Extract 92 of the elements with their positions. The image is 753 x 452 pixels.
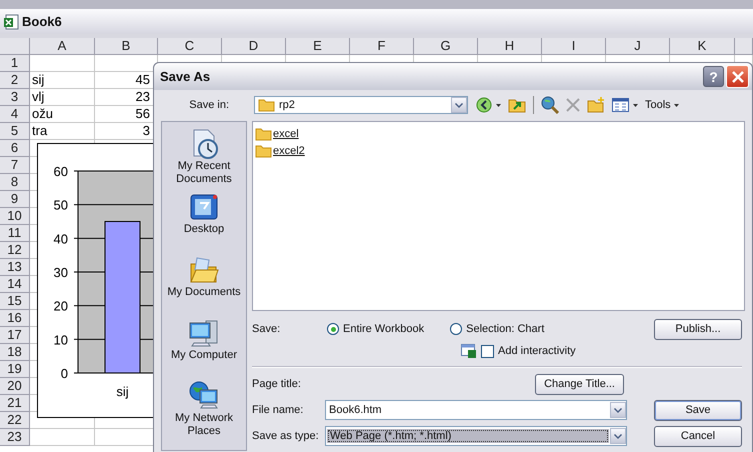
row-header[interactable]: 7 (0, 157, 30, 174)
save-in-dropdown[interactable]: rp2 (254, 96, 468, 114)
place-link[interactable]: My Documents (164, 286, 244, 299)
axis-label: 40 (54, 231, 68, 246)
row-header[interactable]: 16 (0, 310, 30, 327)
table-cell: tra (30, 123, 95, 140)
row-header[interactable]: 2 (0, 72, 30, 89)
close-icon (732, 70, 744, 82)
column-header[interactable]: F (350, 38, 414, 55)
tools-menu[interactable]: Tools (645, 99, 679, 111)
place-link[interactable]: My Network Places (164, 412, 244, 438)
caret-icon (633, 104, 638, 106)
column-header[interactable]: G (414, 38, 478, 55)
new-folder-icon[interactable] (587, 97, 605, 113)
row-header[interactable]: 17 (0, 327, 30, 344)
table-cell: ožu (30, 106, 95, 123)
page-title-label: Page title: (252, 378, 302, 390)
row-header[interactable]: 18 (0, 344, 30, 361)
save-button[interactable]: Save (654, 400, 742, 420)
cancel-button[interactable]: Cancel (654, 426, 742, 446)
save-in-label: Save in: (188, 99, 230, 111)
column-header[interactable]: E (286, 38, 350, 55)
views-icon[interactable] (612, 98, 629, 112)
file-name-field[interactable]: Book6.htm (325, 400, 627, 420)
column-header[interactable]: C (158, 38, 222, 55)
caret-icon (496, 104, 501, 106)
publish-button[interactable]: Publish... (654, 318, 742, 340)
folder-icon (258, 98, 275, 112)
window-title: Book6 (22, 14, 62, 29)
row-header[interactable]: 23 (0, 429, 30, 446)
radio-button[interactable] (450, 323, 462, 335)
axis-label: 50 (54, 198, 68, 213)
row-header[interactable]: 22 (0, 412, 30, 429)
column-header[interactable]: J (606, 38, 670, 55)
row-header[interactable]: 19 (0, 361, 30, 378)
place-link[interactable]: Desktop (164, 223, 244, 236)
spreadsheet-icon (3, 14, 19, 30)
change-title-button[interactable]: Change Title... (535, 374, 624, 394)
column-header[interactable]: I (542, 38, 606, 55)
row-header[interactable]: 21 (0, 395, 30, 412)
axis-label: 60 (54, 164, 68, 179)
place-link[interactable]: My Computer (164, 349, 244, 362)
row-header[interactable]: 1 (0, 55, 30, 72)
up-folder-icon[interactable] (508, 97, 526, 113)
column-header[interactable]: A (30, 38, 95, 55)
chevron-icon (614, 408, 622, 412)
row-header[interactable]: 3 (0, 89, 30, 106)
axis-label: 0 (60, 366, 68, 381)
file-name-label: File name: (252, 404, 304, 416)
table-cell: vlj (30, 89, 95, 106)
axis-label: 10 (54, 332, 68, 348)
folder-icon (255, 126, 272, 140)
checkbox-label[interactable]: Add interactivity (498, 345, 576, 357)
column-header[interactable]: K (670, 38, 735, 55)
row-header[interactable]: 6 (0, 140, 30, 157)
close-button[interactable] (726, 65, 749, 88)
sheet-icon (461, 344, 477, 358)
row-header[interactable]: 20 (0, 378, 30, 395)
column-header[interactable]: B (95, 38, 158, 55)
row-header[interactable]: 14 (0, 276, 30, 293)
checkbox[interactable] (481, 344, 494, 358)
caret-icon (674, 104, 679, 106)
axis-label: 20 (54, 298, 68, 314)
folder-name[interactable]: excel (273, 128, 299, 140)
row-header[interactable]: 11 (0, 225, 30, 242)
search-icon[interactable] (541, 96, 559, 114)
column-header[interactable]: H (478, 38, 542, 55)
radio-button[interactable] (327, 323, 339, 335)
file-type-dropdown[interactable]: Web Page (*.htm; *.html) (325, 426, 627, 446)
option-label[interactable]: Selection: Chart (466, 323, 544, 335)
row-header[interactable]: 9 (0, 191, 30, 208)
row-header[interactable]: 5 (0, 123, 30, 140)
row-header[interactable]: 8 (0, 174, 30, 191)
place-link[interactable]: My Recent Documents (164, 160, 244, 186)
axis-label: sij (116, 384, 129, 399)
chevron-icon (455, 102, 463, 108)
row-header[interactable]: 4 (0, 106, 30, 123)
folder-name[interactable]: excel2 (273, 144, 305, 156)
row-header[interactable]: 12 (0, 242, 30, 259)
column-header[interactable]: D (222, 38, 286, 55)
folder-icon (255, 144, 272, 158)
save-as-type-label: Save as type: (252, 430, 320, 442)
row-header[interactable]: 10 (0, 208, 30, 225)
save-label: Save: (252, 323, 282, 335)
row-header[interactable]: 15 (0, 293, 30, 310)
folder-name: rp2 (279, 99, 295, 111)
axis-label: 30 (54, 265, 68, 280)
option-label[interactable]: Entire Workbook (343, 323, 424, 335)
chevron-icon (614, 434, 622, 438)
table-cell: sij (30, 72, 95, 89)
row-header[interactable]: 13 (0, 259, 30, 276)
dialog-title: Save As (160, 69, 212, 84)
